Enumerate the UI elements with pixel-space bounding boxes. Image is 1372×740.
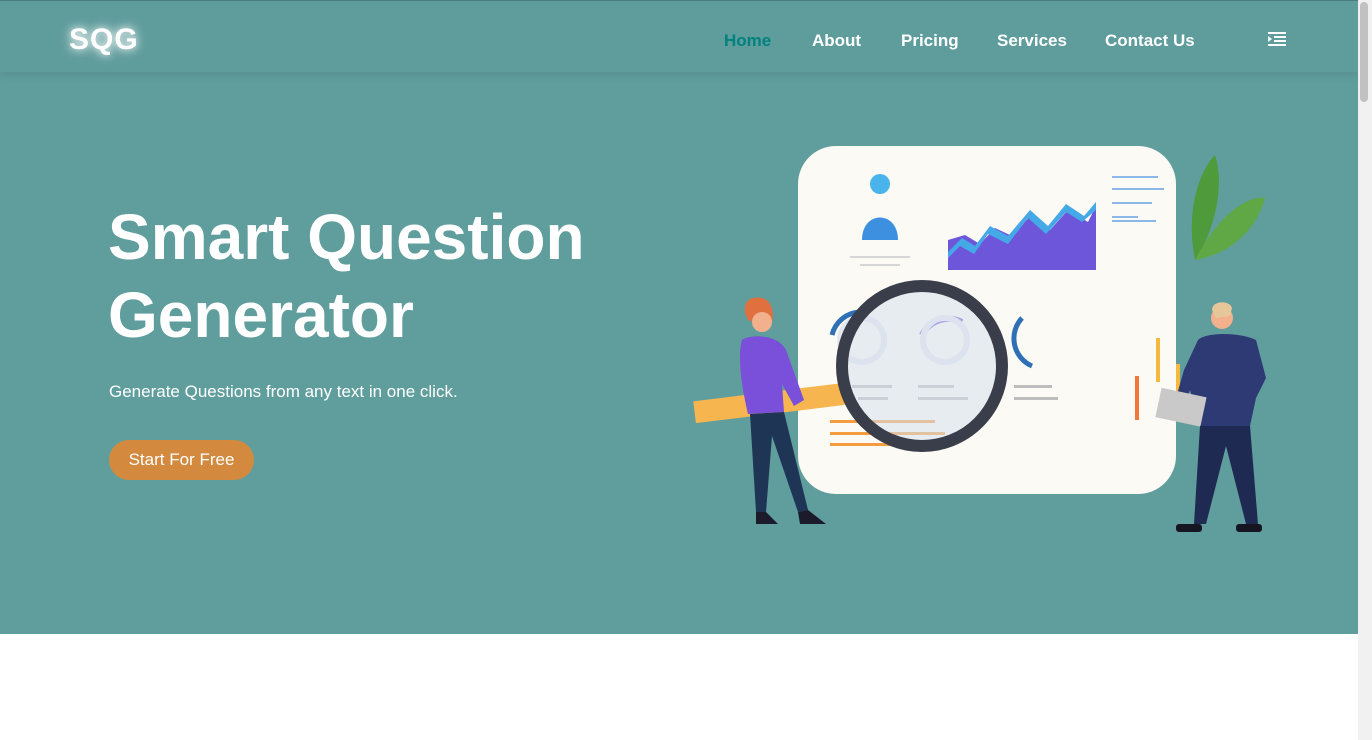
start-for-free-button[interactable]: Start For Free <box>109 440 254 480</box>
scrollbar-thumb[interactable] <box>1360 2 1368 102</box>
nav-services[interactable]: Services <box>997 31 1067 51</box>
hero-title-line2: Generator <box>108 279 414 351</box>
hero-title-line1: Smart Question <box>108 201 585 273</box>
hero-title: Smart Question Generator <box>108 198 708 354</box>
scrollbar[interactable] <box>1358 0 1372 740</box>
nav-about[interactable]: About <box>812 31 861 51</box>
logo[interactable]: SQG <box>69 23 139 57</box>
nav-home[interactable]: Home <box>724 31 771 51</box>
hero-subtitle: Generate Questions from any text in one … <box>109 382 458 401</box>
data-analysis-illustration <box>690 140 1280 550</box>
navbar: SQG Home About Pricing Services Contact … <box>0 0 1358 72</box>
nav-pricing[interactable]: Pricing <box>901 31 959 51</box>
hero-section: SQG Home About Pricing Services Contact … <box>0 0 1358 634</box>
nav-contact-us[interactable]: Contact Us <box>1105 31 1195 51</box>
page: SQG Home About Pricing Services Contact … <box>0 0 1358 740</box>
menu-collapse-icon[interactable] <box>1268 32 1286 46</box>
